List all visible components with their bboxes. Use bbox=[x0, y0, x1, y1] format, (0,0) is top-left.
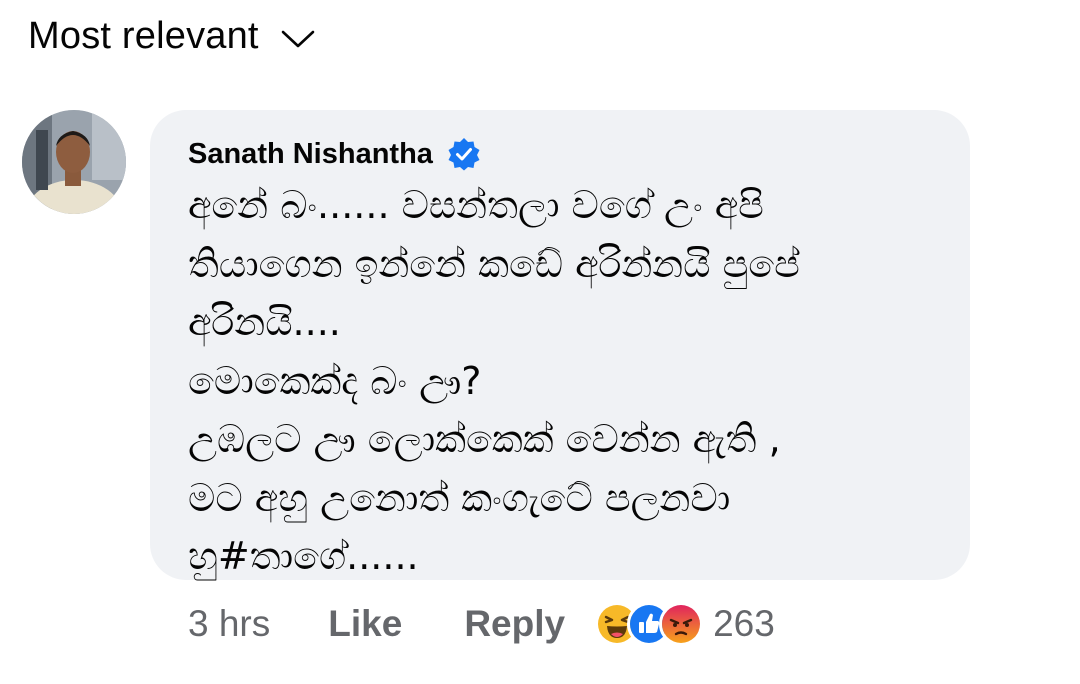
comment-actions: 3 hrs Like Reply 263 bbox=[188, 600, 775, 648]
comment-bubble: Sanath Nishantha අනේ බං...... වසන්තලා වග… bbox=[150, 110, 970, 580]
reaction-summary[interactable]: 263 bbox=[595, 602, 775, 646]
comment-line: මට අහු උනොත් කංගැටේ පලනවා bbox=[188, 475, 731, 520]
sort-dropdown[interactable]: Most relevant bbox=[28, 14, 315, 58]
verified-badge-icon bbox=[447, 137, 481, 171]
comment-author[interactable]: Sanath Nishantha bbox=[188, 138, 433, 171]
chevron-down-icon bbox=[281, 29, 315, 49]
comment-timestamp[interactable]: 3 hrs bbox=[188, 603, 270, 645]
comment-line: හු#තාගේ...... bbox=[188, 534, 419, 578]
comment-line: මොකෙක්ද බං ඌ? bbox=[188, 358, 482, 403]
comment-line: අනේ බං...... වසන්තලා වගේ උං අපි bbox=[188, 183, 764, 227]
like-button[interactable]: Like bbox=[328, 603, 402, 645]
angry-reaction-icon bbox=[659, 602, 704, 646]
comment-text: අනේ බං...... වසන්තලා වගේ උං අපි තියාගෙන … bbox=[188, 176, 932, 586]
comment-line: අරිනයි.... bbox=[188, 300, 341, 344]
comment-line: තියාගෙන ඉන්නේ කඩේ අරින්නයි පුපේ bbox=[188, 241, 800, 286]
sort-label: Most relevant bbox=[28, 14, 259, 57]
comment-line: උඹලට ඌ ලොක්කෙක් වෙන්න ඇති , bbox=[188, 417, 781, 461]
avatar[interactable] bbox=[22, 110, 126, 214]
reaction-count: 263 bbox=[713, 603, 775, 644]
reply-button[interactable]: Reply bbox=[464, 603, 565, 645]
